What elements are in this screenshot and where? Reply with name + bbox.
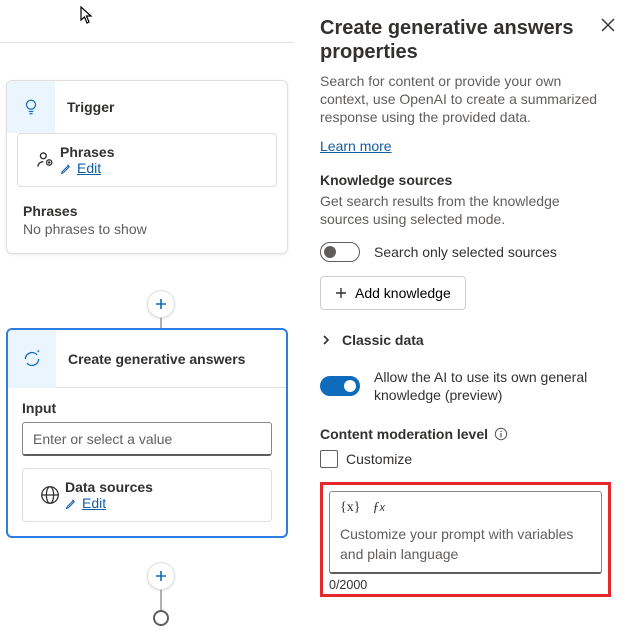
panel-description: Search for content or provide your own c… — [320, 72, 611, 126]
search-selected-toggle[interactable] — [320, 242, 360, 262]
refresh-sparkle-icon — [8, 330, 56, 388]
pencil-icon — [60, 162, 73, 175]
data-sources-title: Data sources — [65, 479, 153, 495]
variable-insert-button[interactable]: {x} — [340, 500, 360, 516]
info-icon[interactable] — [494, 427, 508, 441]
close-icon — [601, 18, 615, 32]
globe-icon — [35, 484, 65, 506]
plus-icon — [155, 570, 167, 582]
knowledge-sources-heading: Knowledge sources — [320, 172, 611, 188]
content-moderation-label: Content moderation level — [320, 426, 488, 442]
plus-icon — [155, 298, 167, 310]
classic-data-expander[interactable]: Classic data — [320, 332, 611, 348]
prompt-textarea[interactable]: {x} ƒx Customize your prompt with variab… — [329, 491, 602, 574]
knowledge-sources-sub: Get search results from the knowledge so… — [320, 192, 611, 228]
customize-checkbox[interactable] — [320, 450, 338, 468]
search-selected-label: Search only selected sources — [374, 244, 557, 260]
input-field[interactable]: Enter or select a value — [22, 422, 272, 456]
highlighted-prompt-area: {x} ƒx Customize your prompt with variab… — [320, 482, 611, 597]
cursor-icon — [80, 6, 96, 24]
allow-ai-toggle[interactable] — [320, 376, 360, 396]
trigger-card[interactable]: Trigger Phrases Edit Phrases No phrases … — [6, 80, 288, 254]
allow-ai-label: Allow the AI to use its own general know… — [374, 368, 611, 404]
prompt-placeholder: Customize your prompt with variables and… — [340, 524, 591, 564]
phrases-title: Phrases — [60, 144, 114, 160]
data-sources-card[interactable]: Data sources Edit — [22, 468, 272, 522]
pencil-icon — [65, 497, 78, 510]
phrases-empty-text: No phrases to show — [23, 221, 271, 237]
add-node-button[interactable] — [147, 290, 175, 318]
input-label: Input — [22, 400, 272, 416]
add-node-button[interactable] — [147, 562, 175, 590]
panel-title: Create generative answers properties — [320, 16, 611, 64]
edit-phrases-link[interactable]: Edit — [60, 160, 114, 176]
end-node — [153, 610, 169, 626]
plus-icon — [335, 287, 347, 299]
properties-panel: Create generative answers properties Sea… — [294, 0, 631, 633]
learn-more-link[interactable]: Learn more — [320, 138, 392, 154]
add-knowledge-button[interactable]: Add knowledge — [320, 276, 466, 310]
chevron-right-icon — [320, 334, 332, 346]
trigger-title: Trigger — [55, 99, 114, 115]
generative-answers-card[interactable]: Create generative answers Input Enter or… — [6, 328, 288, 538]
phrases-card[interactable]: Phrases Edit — [17, 133, 277, 187]
edit-data-sources-link[interactable]: Edit — [65, 495, 153, 511]
close-button[interactable] — [601, 18, 615, 32]
customize-label: Customize — [346, 451, 412, 467]
formula-insert-button[interactable]: ƒx — [372, 500, 385, 516]
character-counter: 0/2000 — [329, 578, 602, 592]
lightbulb-icon — [7, 81, 55, 133]
gen-card-title: Create generative answers — [56, 351, 245, 367]
phrases-footer-title: Phrases — [23, 203, 271, 219]
person-icon — [30, 150, 60, 170]
